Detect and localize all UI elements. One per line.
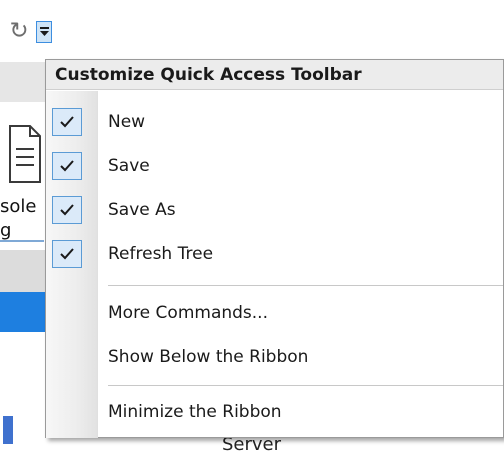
menu-separator [108,285,503,286]
dropdown-arrow-icon [40,27,49,36]
menu-item-label: Save As [108,200,176,220]
menu-item-refresh-tree[interactable]: Refresh Tree [46,235,503,273]
divider [0,240,44,242]
menu-title: Customize Quick Access Toolbar [46,60,503,90]
refresh-icon[interactable]: ↻ [6,18,32,44]
menu-item-new[interactable]: New [46,103,503,141]
menu-separator [108,385,503,386]
selected-row-highlight [0,292,46,332]
ribbon-button-label: sole [0,196,37,217]
menu-item-label: More Commands... [108,303,268,323]
checkmark-icon [52,240,82,268]
menu-item-label: New [108,112,146,132]
menu-item-more-commands[interactable]: More Commands... [46,294,503,332]
menu-item-save-as[interactable]: Save As [46,191,503,229]
checkmark-icon [52,152,82,180]
document-icon [6,124,42,188]
checkmark-icon [52,196,82,224]
checkmark-icon [52,108,82,136]
tree-node-icon [3,416,13,444]
ribbon-group-footer [0,250,46,292]
menu-item-minimize-ribbon[interactable]: Minimize the Ribbon [46,393,503,431]
customize-qat-menu: Customize Quick Access Toolbar New Save … [45,59,504,438]
menu-item-label: Show Below the Ribbon [108,347,309,367]
quick-access-toolbar: ↻ [0,0,504,62]
ribbon-tab-area [0,62,46,102]
customize-qat-dropdown-button[interactable] [36,21,52,43]
menu-item-save[interactable]: Save [46,147,503,185]
menu-item-label: Refresh Tree [108,244,214,264]
menu-item-show-below-ribbon[interactable]: Show Below the Ribbon [46,338,503,376]
ribbon-button-label: g [0,220,12,241]
menu-item-label: Save [108,156,150,176]
menu-item-label: Minimize the Ribbon [108,402,282,422]
